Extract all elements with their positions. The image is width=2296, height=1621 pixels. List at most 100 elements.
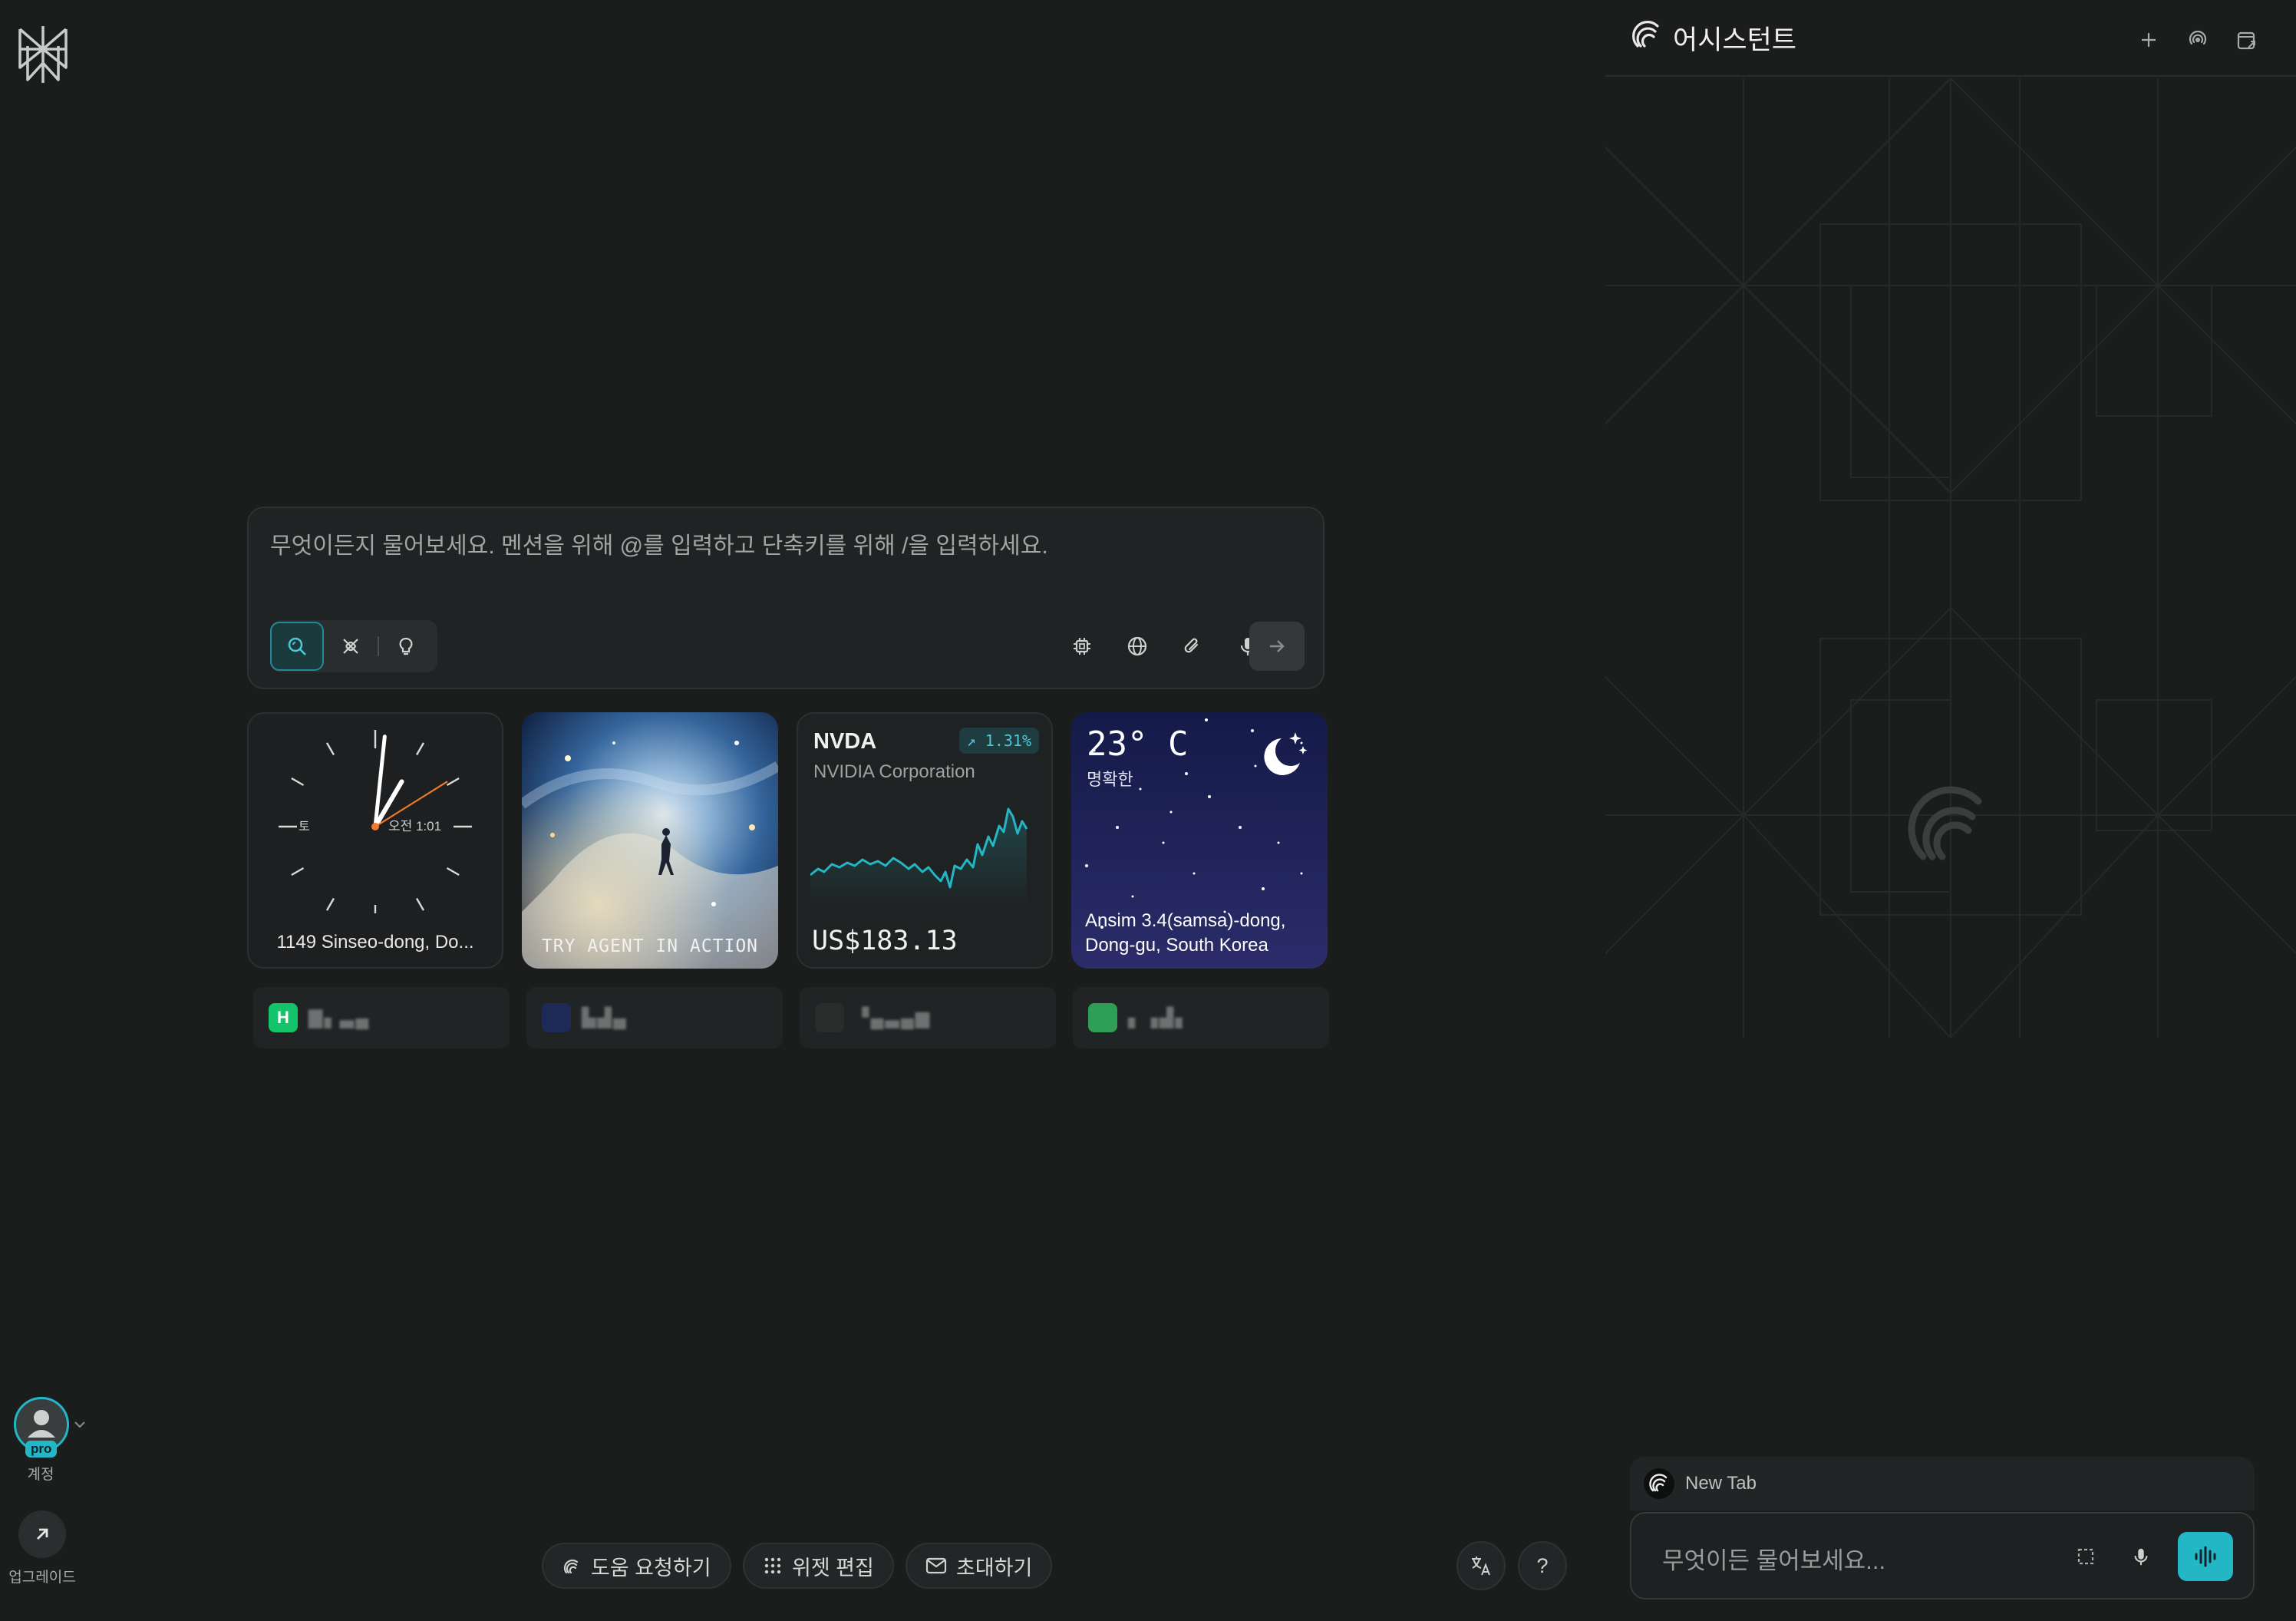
background-pattern [1605,78,2296,1038]
app-logo[interactable] [15,23,71,86]
assistant-header: 어시스턴트 [1605,0,2296,77]
shortcut-label: ▖▗▟▖ [1128,1007,1191,1028]
assistant-input[interactable]: 무엇이든 물어보세요... [1662,1541,1885,1576]
invite-label: 초대하기 [956,1556,1033,1580]
assistant-broadcast-button[interactable] [2179,21,2216,58]
arrow-right-icon [1270,640,1285,652]
shortcut-favicon-icon [542,1003,571,1032]
select-region-icon [2077,1548,2094,1565]
chat-tab-label: New Tab [1685,1473,1757,1494]
paperclip-icon [1184,638,1199,653]
stock-sparkline [810,807,1028,906]
clock-tick [446,777,460,787]
edit-widgets-button[interactable]: 위젯 편집 [743,1543,894,1589]
stock-change-value: 1.31% [985,731,1031,750]
chat-context-tab[interactable]: New Tab [1630,1457,2255,1510]
shortcut-label: ▇▖▃▄ [308,1007,371,1028]
lightbulb-icon [399,637,413,655]
weather-widget[interactable]: 23° C 명확한 Ansim 3.4(samsa)-dong, Dong-gu… [1071,712,1328,969]
account-label: 계정 [27,1467,54,1483]
stock-widget[interactable]: NVDA NVIDIA Corporation ↗ 1.31% US$183.1… [797,712,1053,969]
prompt-input[interactable]: 무엇이든지 물어보세요. 멘션을 위해 @를 입력하고 단축키를 위해 /을 입… [270,527,1048,560]
model-select-button[interactable] [1064,628,1100,665]
labs-mode-button[interactable] [379,622,433,671]
sources-button[interactable] [1119,628,1156,665]
clock-face [279,730,472,913]
broadcast-icon [2189,30,2207,45]
clock-tick [325,742,335,756]
prompt-box[interactable]: 무엇이든지 물어보세요. 멘션을 위해 @를 입력하고 단축키를 위해 /을 입… [247,507,1324,689]
agent-promo-label: TRY AGENT IN ACTION [541,936,759,956]
avatar: pro [14,1397,69,1458]
new-chat-button[interactable] [2130,21,2167,58]
translate-icon [1472,1557,1490,1576]
plus-icon [2142,33,2156,47]
microphone-icon [2134,1548,2148,1566]
shortcut-label: ▙▟▄ [582,1007,628,1028]
help-button[interactable]: 도움 요청하기 [542,1543,731,1589]
assistant-logo-icon [1632,21,1659,48]
invite-button[interactable]: 초대하기 [906,1543,1053,1589]
shortcut-tile[interactable]: H ▇▖▃▄ [253,987,510,1048]
open-window-button[interactable] [2228,21,2265,58]
mode-selector [270,620,437,672]
clock-tick [291,867,305,877]
clock-center-dot [371,823,379,830]
clock-widget[interactable]: 토 오전 1:01 1149 Sinseo-dong, Do... [247,712,503,969]
submit-button[interactable] [1249,622,1305,671]
shortcut-favicon-icon: H [269,1003,298,1032]
shortcut-favicon-icon [815,1003,844,1032]
attach-button[interactable] [1174,628,1211,665]
assistant-title: 어시스턴트 [1673,25,1797,55]
assistant-panel: 어시스턴트 New Tab 무엇이든 물어보세요... [1605,0,2296,1621]
arrow-up-right-icon: ↗ [966,731,976,750]
search-icon [288,637,306,655]
clock-tick [446,867,460,877]
voice-mode-button[interactable] [2178,1532,2233,1581]
weather-condition: 명확한 [1087,770,1133,789]
research-icon [343,639,358,654]
help-label: 도움 요청하기 [591,1556,711,1580]
stock-change-badge: ↗ 1.31% [958,728,1039,754]
upgrade-label: 업그레이드 [8,1570,76,1586]
account-button[interactable]: pro 계정 [14,1397,91,1484]
weather-location: Ansim 3.4(samsa)-dong, Dong-gu, South Ko… [1085,910,1286,956]
shortcut-tile[interactable]: ▙▟▄ [526,987,783,1048]
shortcut-tile[interactable]: ▝▄▃▄▆ [800,987,1056,1048]
clock-tick [415,742,425,756]
assistant-input-box[interactable]: 무엇이든 물어보세요... [1630,1512,2255,1600]
arrow-up-right-icon [37,1528,48,1540]
assistant-watermark-icon [1908,786,1982,860]
search-mode-button[interactable] [270,622,324,671]
shortcut-tile[interactable]: ▖▗▟▖ [1073,987,1329,1048]
help-question-button[interactable]: ? [1518,1541,1567,1590]
research-mode-button[interactable] [324,622,378,671]
stock-ticker: NVDA [813,729,877,754]
grid-dots-icon [764,1557,781,1574]
clock-tick [325,897,335,911]
language-button[interactable] [1456,1541,1506,1590]
assistant-mic-button[interactable] [2123,1538,2159,1575]
clock-tick [291,777,305,787]
moon-icon [1264,732,1308,775]
clock-location: 1149 Sinseo-dong, Do... [276,932,474,952]
external-window-icon [2237,31,2255,50]
clock-tick [415,897,425,911]
sparkline-area [810,809,1027,906]
chip-icon [1074,638,1090,655]
upgrade-button[interactable] [18,1510,66,1558]
clock-day: 토 [299,820,310,834]
waveform-icon [2195,1546,2216,1567]
stock-company-name: NVIDIA Corporation [813,761,975,782]
assistant-logo-icon [1649,1474,1668,1492]
assistant-icon [563,1559,579,1574]
chevron-down-icon[interactable] [74,1420,86,1429]
screenshot-select-button[interactable] [2067,1538,2104,1575]
shortcut-label: ▝▄▃▄▆ [855,1007,932,1028]
clock-time: 오전 1:01 [388,819,442,834]
pro-badge: pro [25,1441,58,1458]
agent-promo-widget[interactable]: TRY AGENT IN ACTION [522,712,778,969]
edit-widgets-label: 위젯 편집 [792,1556,874,1580]
agent-promo-image [522,712,778,969]
shortcut-favicon-icon [1088,1003,1117,1032]
